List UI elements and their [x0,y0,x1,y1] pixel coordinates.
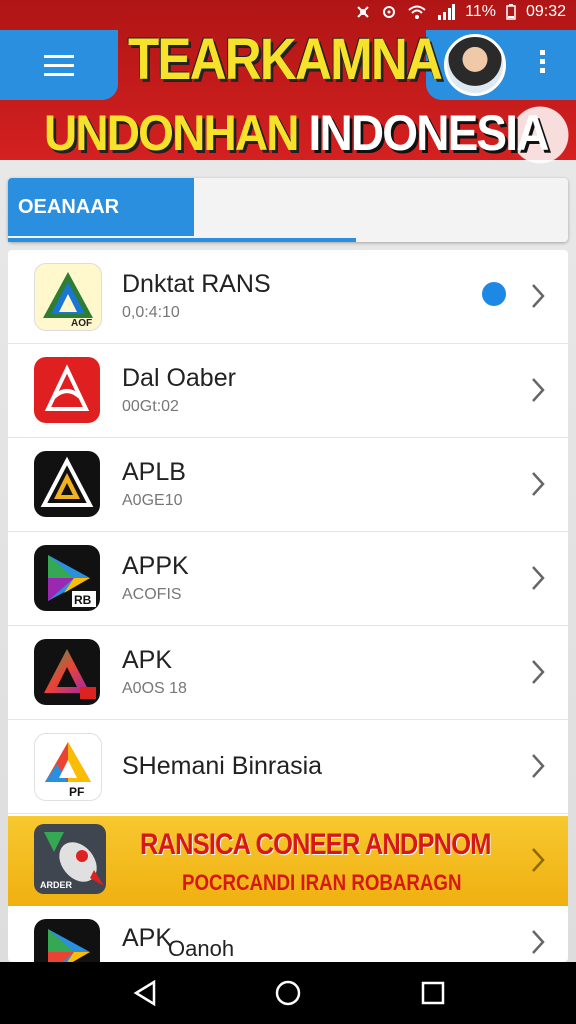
google-play-icon [34,919,100,962]
apk-triangle-icon: AOF [34,263,102,331]
back-icon[interactable] [130,978,160,1008]
tab-bar: OEANAAR [8,178,568,242]
app-subtitle: A0GE10 [122,492,183,509]
promo-subtitle: POCRCANDI IRAN ROBARAGN [182,870,462,895]
chevron-right-icon [532,848,545,872]
app-name: Dnktat RANS [122,270,271,298]
red-a-logo-icon [34,357,100,423]
gradient-triangle-icon [34,639,100,705]
list-item[interactable]: APK A0OS 18 [8,626,568,720]
avatar[interactable] [444,34,506,96]
svg-text:PF: PF [69,785,84,799]
app-name: SHemani Binrasia [122,752,323,780]
chevron-right-icon [532,472,545,496]
app-list: AOF Dnktat RANS 0,0:4:10 Dal Oaber 00Gt:… [8,250,568,962]
status-badge [482,282,506,306]
list-item[interactable]: PF SHemani Binrasia [8,720,568,814]
page-subtitle: UNDONHAN INDONESIA [44,104,550,162]
list-item[interactable]: AOF Dnktat RANS 0,0:4:10 [8,250,568,344]
clock: 09:32 [525,3,566,20]
app-subtitle: 00Gt:02 [122,398,179,415]
app-name-overlay: Oanoh [168,936,235,961]
chevron-right-icon [532,660,545,684]
app-name: APK [122,924,173,952]
chevron-right-icon [532,378,545,402]
pf-triangle-icon: PF [34,733,102,801]
app-name: APPK [122,552,189,580]
home-icon[interactable] [273,978,303,1008]
app-subtitle: ACOFIS [122,586,182,603]
promo-icon-label: ARDER [40,880,73,890]
tab-active[interactable]: OEANAAR [8,178,194,236]
svg-text:RB: RB [74,593,92,607]
navigation-bar [0,962,576,1024]
promo-banner[interactable]: ARDER RANSICA CONEER ANDPNOM POCRCANDI I… [8,816,568,906]
menu-button[interactable] [0,30,118,100]
app-name: APK [122,646,173,674]
app-name: Dal Oaber [122,364,236,392]
rocket-icon: ARDER [34,824,106,894]
settings-icon [383,6,396,18]
play-triangle-icon: RB [34,545,100,611]
recents-icon[interactable] [418,978,448,1008]
page-title: TEARKAMNA [128,27,443,92]
gold-a-logo-icon [34,451,100,517]
app-name: APLB [122,458,186,486]
tab-indicator [8,238,356,242]
battery-icon [506,4,516,20]
subtitle-part-2: INDONESIA [308,105,550,161]
chevron-right-icon [532,566,545,590]
list-item[interactable]: Dal Oaber 00Gt:02 [8,344,568,438]
wifi-icon [408,5,426,19]
chevron-right-icon [532,930,545,954]
list-item[interactable]: APK Oanoh [8,906,568,962]
promo-title: RANSICA CONEER ANDPNOM [140,828,491,861]
chevron-right-icon [532,754,545,778]
more-vert-icon[interactable] [536,50,548,80]
battery-percent: 11% [465,3,496,20]
hamburger-icon [44,55,74,76]
chevron-right-icon [532,284,545,308]
status-bar: 11% 09:32 [0,0,576,26]
app-subtitle: 0,0:4:10 [122,304,180,321]
svg-text:AOF: AOF [71,318,92,329]
notification-icon [357,6,369,18]
list-item[interactable]: RB APPK ACOFIS [8,532,568,626]
app-subtitle: A0OS 18 [122,680,187,697]
subtitle-part-1: UNDONHAN [44,105,299,161]
signal-icon [438,4,456,20]
list-item[interactable]: APLB A0GE10 [8,438,568,532]
